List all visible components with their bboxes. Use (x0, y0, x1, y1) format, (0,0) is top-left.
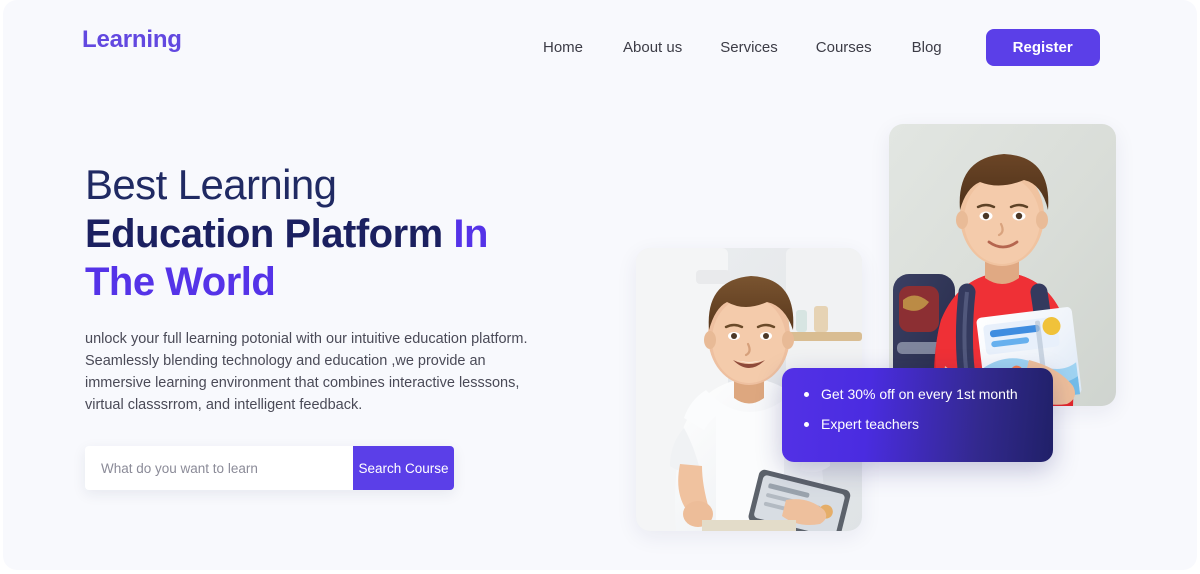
headline-accent-word: In (453, 212, 488, 256)
site-header: Learning Home About us Services Courses … (3, 0, 1197, 82)
search-input[interactable] (85, 446, 353, 490)
nav-item-services[interactable]: Services (720, 33, 778, 62)
hero-paragraph: unlock your full learning potonial with … (85, 331, 528, 413)
headline-line-1: Best Learning (85, 161, 337, 208)
backpack-boy-illustration (889, 124, 1116, 406)
hero-headline: Best Learning Education Platform In The … (85, 161, 585, 304)
hero-photo-backpack-boy (889, 124, 1116, 406)
nav-item-about-us[interactable]: About us (623, 33, 682, 62)
nav-item-blog[interactable]: Blog (912, 33, 942, 62)
headline-line-2-main: Education Platform (85, 212, 443, 256)
main-navigation: Home About us Services Courses Blog Regi… (543, 29, 1100, 66)
bullet-icon (804, 391, 809, 397)
promo-item: Expert teachers (804, 416, 1031, 432)
course-search-bar: Search Course (85, 446, 454, 490)
nav-item-courses[interactable]: Courses (816, 33, 872, 62)
site-logo[interactable]: Learning (82, 26, 182, 54)
headline-line-2: Education Platform In (85, 214, 585, 254)
headline-line-2-accent: In (443, 212, 488, 256)
page-canvas: Learning Home About us Services Courses … (3, 0, 1197, 570)
register-button[interactable]: Register (985, 29, 1100, 66)
promo-item: Get 30% off on every 1st month (804, 386, 1031, 402)
promo-offer-card: Get 30% off on every 1st month Expert te… (782, 368, 1053, 462)
bullet-icon (804, 421, 809, 427)
nav-item-home[interactable]: Home (543, 33, 583, 62)
promo-item-label: Get 30% off on every 1st month (821, 386, 1018, 402)
promo-item-label: Expert teachers (821, 416, 920, 432)
search-course-button[interactable]: Search Course (353, 446, 454, 490)
page-root: Learning Home About us Services Courses … (0, 0, 1200, 574)
hero-text-block: Best Learning Education Platform In The … (85, 164, 585, 416)
headline-line-3: The World (85, 260, 276, 304)
